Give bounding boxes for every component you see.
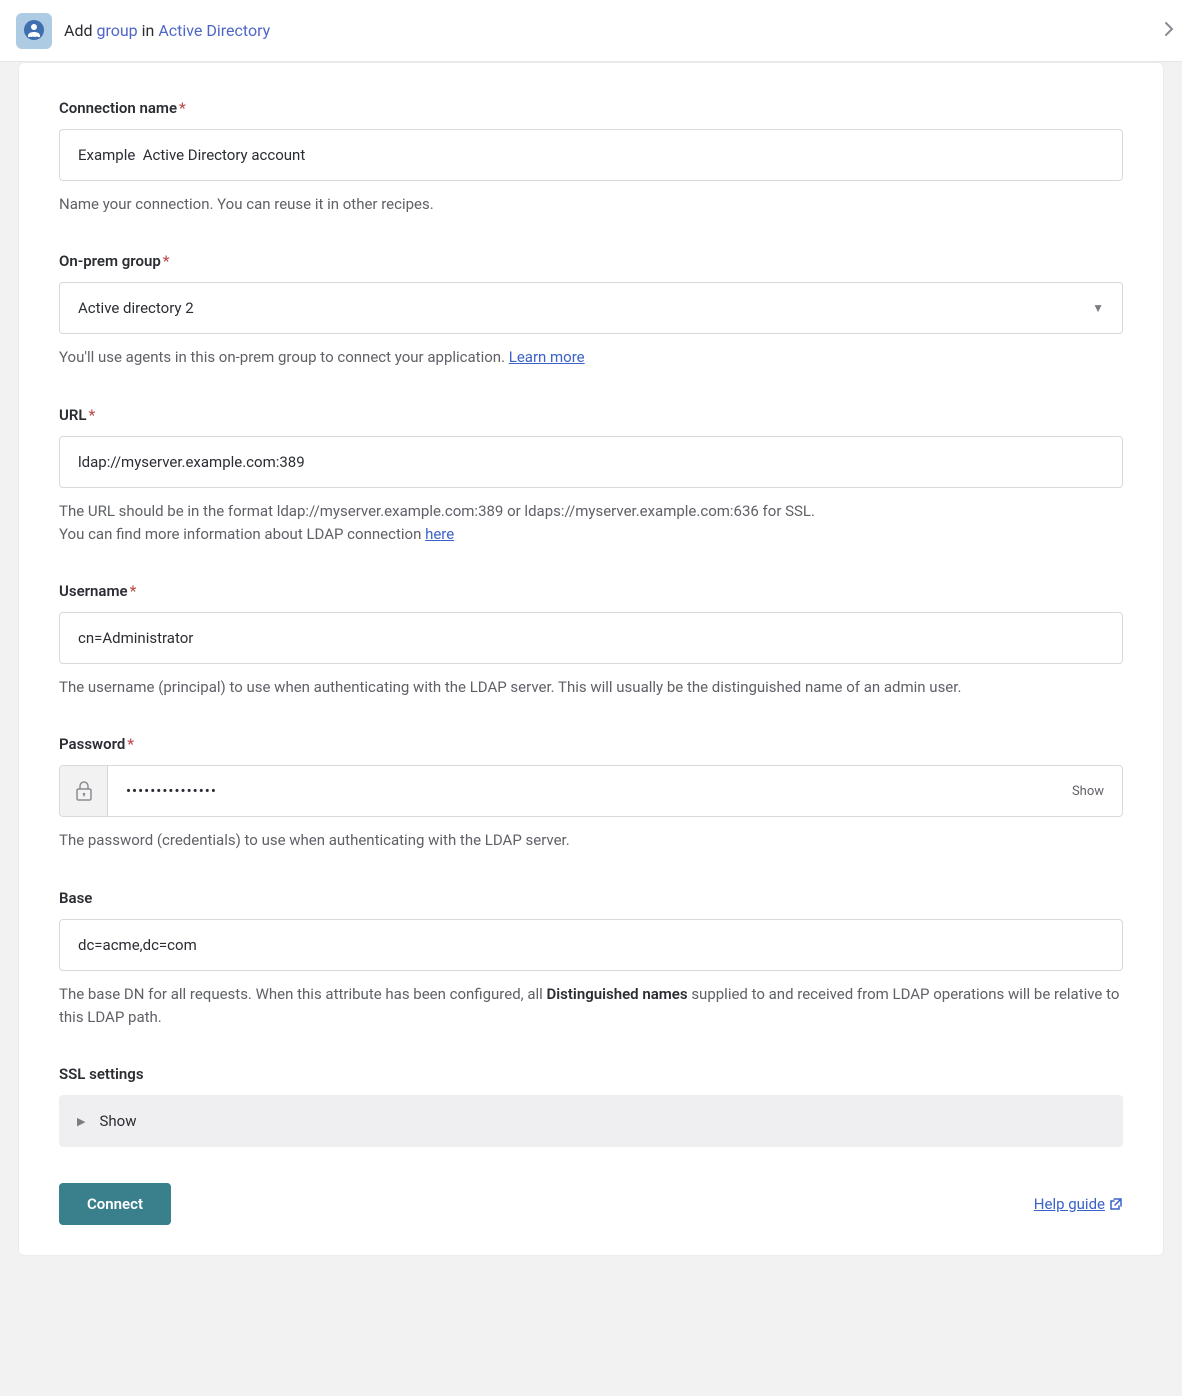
- onprem-group-select[interactable]: Active directory 2 ▼: [59, 282, 1123, 334]
- field-ssl-settings: SSL settings ▶ Show: [59, 1065, 1123, 1147]
- title-target-link[interactable]: Active Directory: [158, 21, 270, 40]
- label-text: Password: [59, 735, 125, 753]
- title-middle: in: [138, 21, 159, 40]
- page-title: Add group in Active Directory: [64, 21, 270, 40]
- field-base: Base The base DN for all requests. When …: [59, 889, 1123, 1030]
- helper-line2-prefix: You can find more information about LDAP…: [59, 525, 425, 543]
- ssl-expand-label: Show: [99, 1112, 136, 1130]
- chevron-right-icon[interactable]: [1164, 21, 1174, 41]
- required-marker: *: [163, 252, 170, 270]
- label-text: SSL settings: [59, 1065, 144, 1083]
- page-header: LDAP Add group in Active Directory: [0, 0, 1182, 62]
- help-guide-link[interactable]: Help guide: [1034, 1195, 1123, 1213]
- field-connection-name: Connection name* Name your connection. Y…: [59, 99, 1123, 216]
- password-helper: The password (credentials) to use when a…: [59, 829, 1123, 852]
- connection-name-input[interactable]: [59, 129, 1123, 181]
- external-link-icon: [1109, 1197, 1123, 1211]
- ssl-expand-button[interactable]: ▶ Show: [59, 1095, 1123, 1147]
- title-entity-link[interactable]: group: [96, 21, 137, 40]
- label-text: Connection name: [59, 99, 177, 117]
- username-label: Username*: [59, 582, 1123, 600]
- base-helper: The base DN for all requests. When this …: [59, 983, 1123, 1030]
- onprem-group-value: Active directory 2: [78, 299, 194, 317]
- help-guide-text: Help guide: [1034, 1195, 1105, 1213]
- onprem-group-helper: You'll use agents in this on-prem group …: [59, 346, 1123, 369]
- ldap-info-link[interactable]: here: [425, 525, 454, 543]
- base-input[interactable]: [59, 919, 1123, 971]
- username-helper: The username (principal) to use when aut…: [59, 676, 1123, 699]
- base-label: Base: [59, 889, 1123, 907]
- username-input[interactable]: [59, 612, 1123, 664]
- field-onprem-group: On-prem group* Active directory 2 ▼ You'…: [59, 252, 1123, 369]
- label-text: Base: [59, 889, 92, 907]
- field-url: URL* The URL should be in the format lda…: [59, 406, 1123, 547]
- label-text: Username: [59, 582, 128, 600]
- connection-name-label: Connection name*: [59, 99, 1123, 117]
- ssl-settings-label: SSL settings: [59, 1065, 1123, 1083]
- url-input[interactable]: [59, 436, 1123, 488]
- learn-more-link[interactable]: Learn more: [509, 348, 585, 366]
- required-marker: *: [127, 735, 134, 753]
- password-label: Password*: [59, 735, 1123, 753]
- required-marker: *: [130, 582, 137, 600]
- connect-button[interactable]: Connect: [59, 1183, 171, 1225]
- field-password: Password* Show The password (credentials…: [59, 735, 1123, 852]
- helper-line1: The URL should be in the format ldap://m…: [59, 502, 815, 520]
- title-prefix: Add: [64, 21, 96, 40]
- helper-text: You'll use agents in this on-prem group …: [59, 348, 509, 366]
- svg-text:LDAP: LDAP: [30, 36, 38, 40]
- onprem-group-label: On-prem group*: [59, 252, 1123, 270]
- helper-bold: Distinguished names: [547, 985, 688, 1003]
- password-input[interactable]: [108, 766, 1054, 816]
- caret-down-icon: ▼: [1092, 301, 1104, 315]
- caret-right-icon: ▶: [77, 1115, 85, 1128]
- connection-name-helper: Name your connection. You can reuse it i…: [59, 193, 1123, 216]
- required-marker: *: [179, 99, 186, 117]
- form-footer: Connect Help guide: [59, 1183, 1123, 1225]
- field-username: Username* The username (principal) to us…: [59, 582, 1123, 699]
- password-show-button[interactable]: Show: [1054, 766, 1122, 816]
- connection-form-card: Connection name* Name your connection. Y…: [18, 62, 1164, 1256]
- lock-icon: [60, 766, 108, 816]
- helper-prefix: The base DN for all requests. When this …: [59, 985, 547, 1003]
- ldap-app-icon: LDAP: [16, 13, 52, 49]
- required-marker: *: [89, 406, 96, 424]
- password-input-wrap: Show: [59, 765, 1123, 817]
- label-text: On-prem group: [59, 252, 161, 270]
- label-text: URL: [59, 406, 87, 424]
- url-helper: The URL should be in the format ldap://m…: [59, 500, 1123, 547]
- url-label: URL*: [59, 406, 1123, 424]
